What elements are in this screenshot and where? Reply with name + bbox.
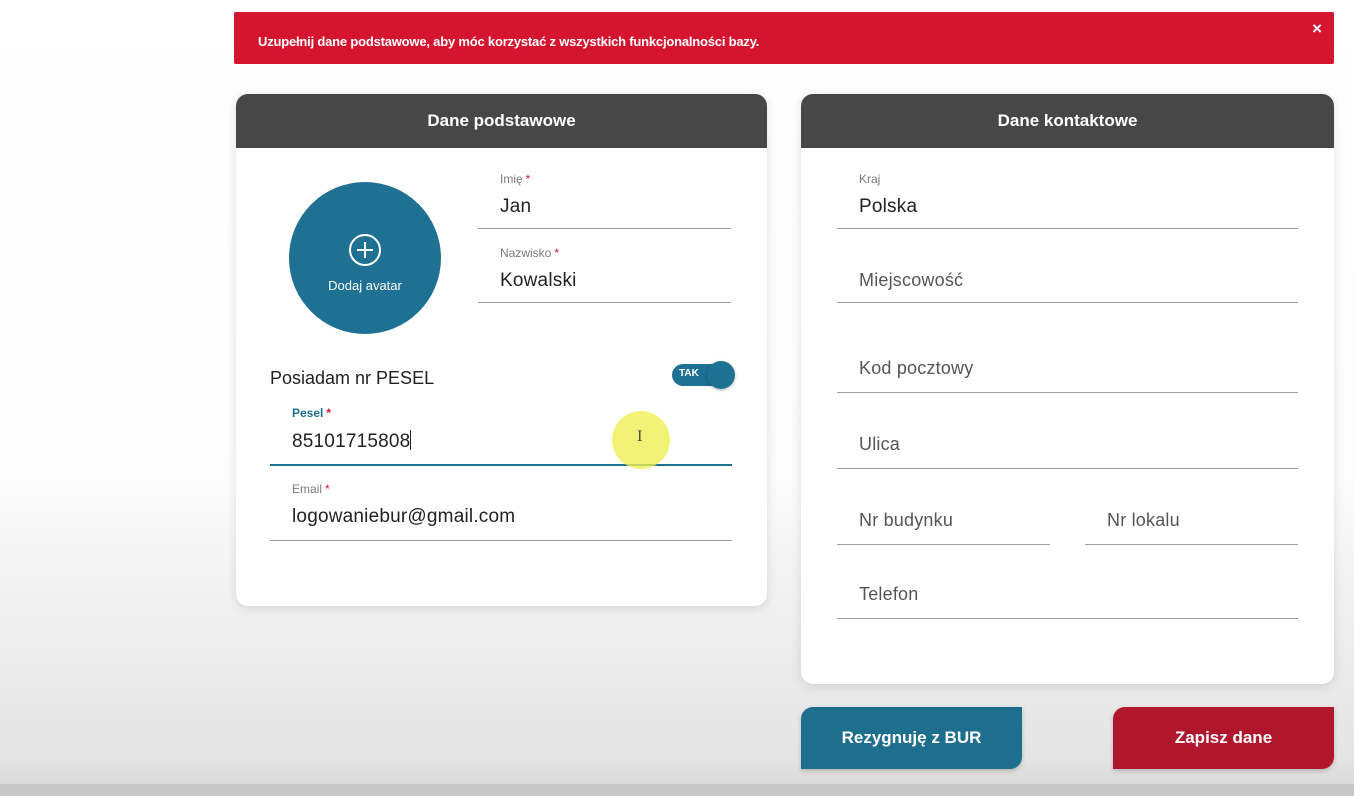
phone-placeholder: Telefon — [859, 584, 919, 604]
email-label: Email * — [292, 482, 330, 496]
email-field[interactable]: Email * logowaniebur@gmail.com — [270, 474, 732, 541]
last-name-value: Kowalski — [500, 270, 577, 291]
country-field[interactable]: Kraj Polska — [837, 166, 1298, 229]
street-field[interactable]: Ulica — [837, 406, 1298, 469]
postal-code-field[interactable]: Kod pocztowy — [837, 330, 1298, 393]
pesel-label: Pesel * — [292, 406, 332, 420]
save-button[interactable]: Zapisz dane — [1113, 707, 1334, 769]
city-field[interactable]: Miejscowość — [837, 240, 1298, 303]
contact-data-title: Dane kontaktowe — [801, 94, 1334, 148]
bottom-strip — [0, 784, 1354, 796]
toggle-label: TAK — [679, 368, 699, 379]
text-cursor-icon: I — [637, 429, 643, 445]
plus-circle-icon — [349, 234, 381, 266]
mouse-cursor-highlight: I — [612, 411, 670, 469]
pesel-toggle[interactable]: TAK — [672, 361, 735, 389]
pesel-value: 85101715808 — [292, 430, 412, 452]
country-label: Kraj — [859, 172, 881, 186]
country-value: Polska — [859, 196, 918, 217]
apartment-number-placeholder: Nr lokalu — [1107, 510, 1180, 530]
toggle-knob — [707, 361, 735, 389]
building-number-placeholder: Nr budynku — [859, 510, 954, 530]
alert-message: Uzupełnij dane podstawowe, aby móc korzy… — [258, 34, 760, 49]
avatar-label: Dodaj avatar — [328, 278, 402, 293]
phone-field[interactable]: Telefon — [837, 556, 1298, 619]
city-placeholder: Miejscowość — [859, 270, 964, 290]
text-caret — [410, 430, 412, 450]
basic-data-title: Dane podstawowe — [236, 94, 767, 148]
apartment-number-field[interactable]: Nr lokalu — [1085, 482, 1298, 545]
street-placeholder: Ulica — [859, 434, 901, 454]
first-name-label: Imię * — [500, 172, 531, 186]
close-icon[interactable]: × — [1312, 20, 1322, 37]
resign-button[interactable]: Rezygnuję z BUR — [801, 707, 1022, 769]
contact-data-card: Dane kontaktowe Kraj Polska Miejscowość … — [801, 94, 1334, 684]
last-name-label: Nazwisko * — [500, 246, 560, 260]
pesel-question-label: Posiadam nr PESEL — [270, 368, 435, 388]
first-name-value: Jan — [500, 196, 532, 217]
postal-code-placeholder: Kod pocztowy — [859, 358, 974, 378]
alert-banner: Uzupełnij dane podstawowe, aby móc korzy… — [234, 12, 1334, 64]
building-number-field[interactable]: Nr budynku — [837, 482, 1050, 545]
basic-data-card: Dane podstawowe Dodaj avatar Imię * Jan N… — [236, 94, 767, 606]
last-name-field[interactable]: Nazwisko * Kowalski — [478, 240, 731, 303]
add-avatar-button[interactable]: Dodaj avatar — [289, 182, 441, 334]
email-value: logowaniebur@gmail.com — [292, 506, 516, 527]
first-name-field[interactable]: Imię * Jan — [478, 166, 731, 229]
